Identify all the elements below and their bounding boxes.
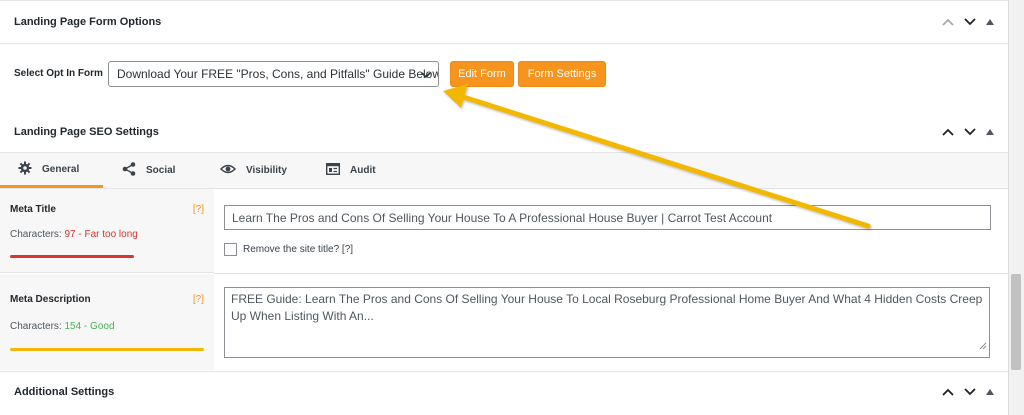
meta-description-length-bar [10, 348, 204, 351]
form-settings-button[interactable]: Form Settings [518, 61, 606, 87]
collapse-toggle-icon[interactable] [986, 19, 994, 25]
select-optin-label: Select Opt In Form [14, 68, 103, 79]
meta-description-char-count: Characters: 154 - Good [10, 321, 115, 332]
tab-visibility-label: Visibility [246, 165, 287, 176]
meta-description-help-link[interactable]: [?] [193, 294, 204, 305]
meta-title-input[interactable]: Learn The Pros and Cons Of Selling Your … [224, 205, 991, 230]
field-divider [214, 273, 1008, 274]
eye-icon [220, 163, 236, 178]
seo-settings-title: Landing Page SEO Settings [14, 126, 159, 138]
gear-icon [18, 161, 32, 178]
meta-title-char-count: Characters: 97 - Far too long [10, 229, 138, 240]
remove-site-title-checkbox[interactable] [224, 243, 237, 256]
form-options-title: Landing Page Form Options [14, 16, 162, 28]
audit-icon [325, 162, 341, 178]
meta-title-value: Learn The Pros and Cons Of Selling Your … [232, 210, 773, 225]
move-up-icon[interactable] [942, 18, 954, 26]
tab-audit[interactable]: Audit [325, 153, 376, 188]
tab-visibility[interactable]: Visibility [220, 153, 287, 188]
move-up-icon[interactable] [942, 128, 954, 136]
meta-description-value: FREE Guide: Learn The Pros and Cons Of S… [231, 292, 983, 323]
tab-general[interactable]: General [0, 153, 103, 188]
meta-title-length-bar [10, 255, 134, 258]
meta-title-sidebar: Meta Title [?] Characters: 97 - Far too … [0, 189, 214, 273]
meta-title-help-link[interactable]: [?] [193, 204, 204, 215]
meta-description-count-status: 154 - Good [64, 321, 115, 332]
seo-tabs: General Social Visibility Audit [0, 153, 1008, 189]
seo-settings-header[interactable]: Landing Page SEO Settings [0, 112, 1008, 153]
meta-title-count-prefix: Characters: [10, 229, 62, 240]
collapse-toggle-icon[interactable] [986, 388, 994, 395]
additional-settings-title: Additional Settings [14, 385, 115, 398]
move-down-icon[interactable] [964, 128, 976, 136]
scrollbar-thumb[interactable] [1011, 274, 1021, 370]
collapse-toggle-icon[interactable] [986, 129, 994, 135]
tab-general-label: General [42, 163, 80, 175]
settings-panel: Landing Page Form Options Select Opt In … [0, 0, 1009, 415]
move-up-icon[interactable] [942, 388, 954, 396]
additional-settings-header[interactable]: Additional Settings [0, 371, 1008, 411]
move-down-icon[interactable] [964, 387, 976, 396]
meta-description-sidebar: Meta Description [?] Characters: 154 - G… [0, 274, 214, 370]
edit-form-button[interactable]: Edit Form [450, 61, 514, 87]
optin-form-selected-value: Download Your FREE "Pros, Cons, and Pitf… [117, 67, 439, 81]
meta-description-label: Meta Description [10, 294, 91, 305]
tab-audit-label: Audit [350, 165, 376, 176]
optin-form-select[interactable]: Download Your FREE "Pros, Cons, and Pitf… [108, 61, 439, 87]
remove-site-title-label: Remove the site title? [?] [243, 244, 354, 255]
meta-description-textarea[interactable]: FREE Guide: Learn The Pros and Cons Of S… [224, 287, 990, 358]
meta-description-count-prefix: Characters: [10, 321, 62, 332]
tab-social-label: Social [146, 165, 176, 176]
chevron-down-icon [421, 69, 431, 83]
meta-title-count-status: 97 - Far too long [64, 229, 138, 240]
form-options-header[interactable]: Landing Page Form Options [0, 0, 1008, 44]
move-down-icon[interactable] [964, 18, 976, 26]
meta-title-label: Meta Title [10, 204, 56, 215]
share-icon [122, 162, 136, 179]
resize-handle-icon[interactable] [979, 338, 987, 355]
tab-social[interactable]: Social [122, 153, 175, 188]
